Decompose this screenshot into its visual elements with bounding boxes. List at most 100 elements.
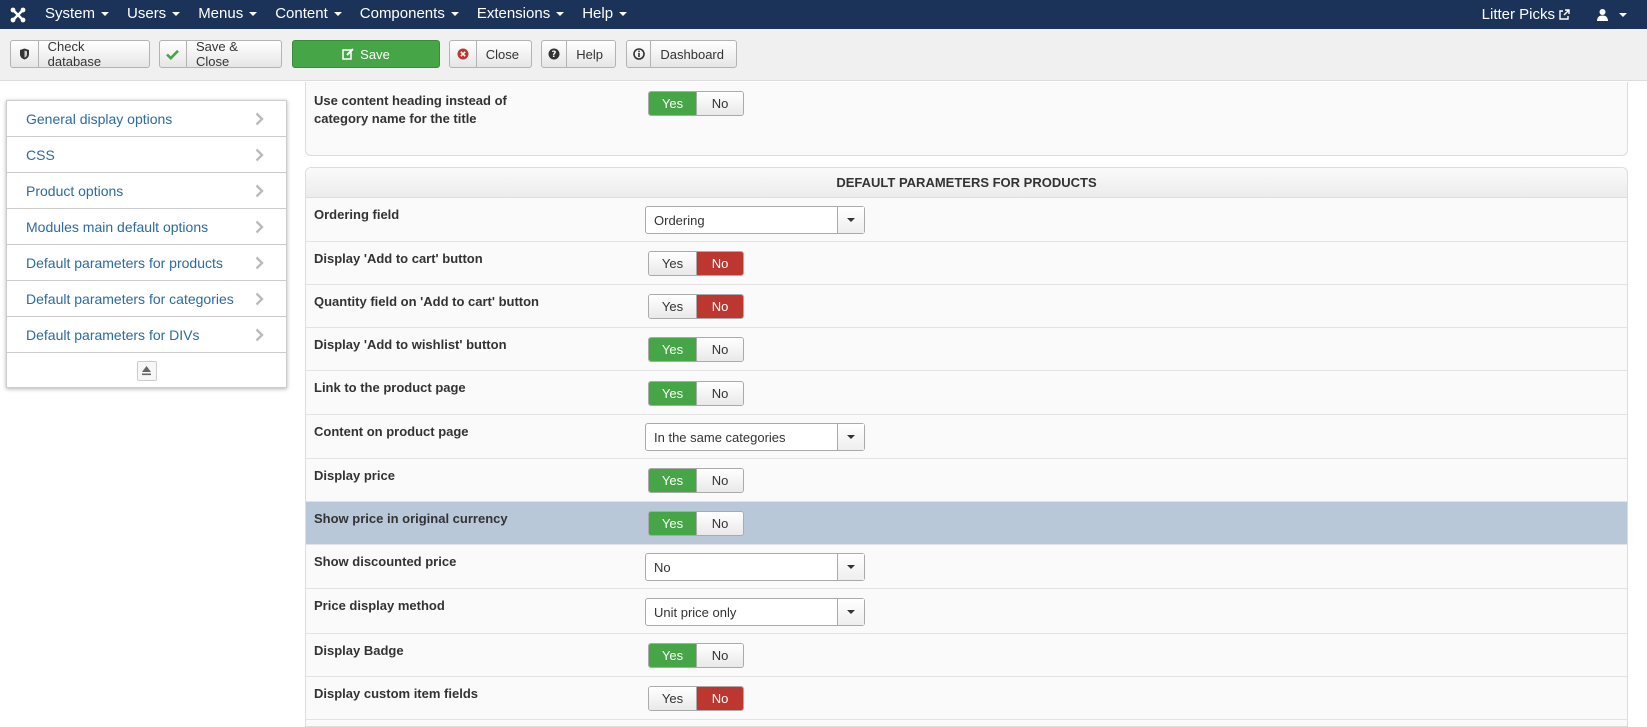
select-value: No xyxy=(654,559,671,575)
toggle-no[interactable]: No xyxy=(696,687,743,710)
yes-no-toggle[interactable]: Yes No xyxy=(648,337,744,362)
caret-down-icon xyxy=(1619,12,1627,17)
joomla-logo-icon[interactable] xyxy=(0,0,36,29)
toggle-no[interactable]: No xyxy=(696,644,743,667)
caret-down-icon xyxy=(847,435,855,439)
question-icon: ? xyxy=(542,41,568,67)
menu-menus[interactable]: Menus xyxy=(189,0,266,29)
check-database-button[interactable]: Check database xyxy=(10,39,150,69)
help-button[interactable]: ? Help xyxy=(541,40,616,68)
toggle-yes[interactable]: Yes xyxy=(649,295,696,318)
toggle-yes[interactable]: Yes xyxy=(649,469,696,492)
toggle-yes[interactable]: Yes xyxy=(649,644,696,667)
caret-down-icon xyxy=(249,12,258,17)
toggle-yes[interactable]: Yes xyxy=(649,252,696,275)
option-select[interactable]: Ordering xyxy=(645,206,865,234)
save-button[interactable]: Save xyxy=(292,40,440,68)
yes-no-toggle[interactable]: Yes No xyxy=(648,643,744,668)
previous-section-panel: Use content heading instead of category … xyxy=(305,82,1628,156)
menu-users[interactable]: Users xyxy=(118,0,189,29)
dashboard-button[interactable]: Dashboard xyxy=(626,40,737,68)
use-content-heading-toggle[interactable]: Yes No xyxy=(648,91,744,116)
option-row: Display 'Add to wishlist' button Yes No xyxy=(306,328,1627,371)
option-label: Display price xyxy=(314,468,395,483)
site-link[interactable]: Litter Picks xyxy=(1464,6,1588,23)
dropdown-arrow-icon[interactable] xyxy=(837,207,864,233)
sidebar-footer xyxy=(7,353,286,388)
dropdown-arrow-icon[interactable] xyxy=(837,554,864,580)
sidebar-item-label: Default parameters for categories xyxy=(26,290,234,307)
options-sidebar: General display options CSS Product opti… xyxy=(6,100,287,388)
select-value: Unit price only xyxy=(654,604,737,620)
toggle-yes[interactable]: Yes xyxy=(649,338,696,361)
button-label: Help xyxy=(576,46,603,62)
sidebar-item-default-parameters-products[interactable]: Default parameters for products xyxy=(7,245,286,281)
toggle-yes[interactable]: Yes xyxy=(649,92,696,115)
check-icon xyxy=(160,41,187,67)
info-icon xyxy=(627,41,652,67)
menu-label: Extensions xyxy=(476,5,551,22)
yes-no-toggle[interactable]: Yes No xyxy=(648,511,744,536)
toggle-no[interactable]: No xyxy=(696,338,743,361)
menu-help[interactable]: Help xyxy=(573,0,636,29)
menu-extensions[interactable]: Extensions xyxy=(468,0,573,29)
toggle-no[interactable]: No xyxy=(696,252,743,275)
yes-no-toggle[interactable]: Yes No xyxy=(648,686,744,711)
toggle-no[interactable]: No xyxy=(696,295,743,318)
menu-components[interactable]: Components xyxy=(351,0,468,29)
dropdown-arrow-icon[interactable] xyxy=(837,424,864,450)
sidebar-item-label: General display options xyxy=(26,110,173,127)
sidebar-item-label: CSS xyxy=(26,146,55,163)
yes-no-toggle[interactable]: Yes No xyxy=(648,294,744,319)
sidebar-item-label: Product options xyxy=(26,182,124,199)
toggle-yes[interactable]: Yes xyxy=(649,512,696,535)
section-title: DEFAULT PARAMETERS FOR PRODUCTS xyxy=(306,168,1627,198)
select-value: In the same categories xyxy=(654,429,786,445)
option-label: Display 'Add to wishlist' button xyxy=(314,337,507,352)
menu-label: Content xyxy=(275,5,328,22)
collapse-sidebar-button[interactable] xyxy=(136,360,157,381)
sidebar-item-default-parameters-categories[interactable]: Default parameters for categories xyxy=(7,281,286,317)
menu-content[interactable]: Content xyxy=(266,0,351,29)
toggle-no[interactable]: No xyxy=(696,512,743,535)
yes-no-toggle[interactable]: Yes No xyxy=(648,468,744,493)
option-label: Content on product page xyxy=(314,424,469,439)
external-link-icon xyxy=(1559,9,1570,20)
sidebar-item-product-options[interactable]: Product options xyxy=(7,173,286,209)
yes-no-toggle[interactable]: Yes No xyxy=(648,251,744,276)
menu-label: Menus xyxy=(198,5,244,22)
button-label: Save xyxy=(360,46,390,62)
menu-system[interactable]: System xyxy=(36,0,118,29)
caret-down-icon xyxy=(101,12,110,17)
dropdown-arrow-icon[interactable] xyxy=(837,599,864,625)
toolbar: Check database Save & Close Save Close ?… xyxy=(0,29,1647,81)
toggle-yes[interactable]: Yes xyxy=(649,382,696,405)
sidebar-item-general-display-options[interactable]: General display options xyxy=(7,101,286,137)
chevron-right-icon xyxy=(255,112,264,125)
option-select[interactable]: In the same categories xyxy=(645,423,865,451)
yes-no-toggle[interactable]: Yes No xyxy=(648,381,744,406)
chevron-right-icon xyxy=(255,328,264,341)
option-label: Link to the product page xyxy=(314,380,466,395)
option-select[interactable]: Unit price only xyxy=(645,598,865,626)
toggle-no[interactable]: No xyxy=(696,469,743,492)
close-button[interactable]: Close xyxy=(449,40,532,68)
user-menu[interactable] xyxy=(1588,8,1647,21)
option-row: Display custom item fields Yes No xyxy=(306,677,1627,720)
caret-down-icon xyxy=(333,12,342,17)
edit-icon xyxy=(342,48,354,60)
option-select[interactable]: No xyxy=(645,553,865,581)
menu-label: Users xyxy=(127,5,167,22)
toggle-no[interactable]: No xyxy=(696,92,743,115)
menu-label: Help xyxy=(582,5,614,22)
toggle-yes[interactable]: Yes xyxy=(649,687,696,710)
option-label: Show price in original currency xyxy=(314,511,508,526)
toggle-no[interactable]: No xyxy=(696,382,743,405)
sidebar-item-modules-main-default-options[interactable]: Modules main default options xyxy=(7,209,286,245)
sidebar-item-label: Default parameters for DIVs xyxy=(26,326,200,343)
sidebar-item-default-parameters-divs[interactable]: Default parameters for DIVs xyxy=(7,317,286,353)
option-row: Display Badge Yes No xyxy=(306,634,1627,677)
save-close-button[interactable]: Save & Close xyxy=(159,39,282,69)
sidebar-item-css[interactable]: CSS xyxy=(7,137,286,173)
main-menu: System Users Menus Content Components Ex… xyxy=(36,0,636,29)
